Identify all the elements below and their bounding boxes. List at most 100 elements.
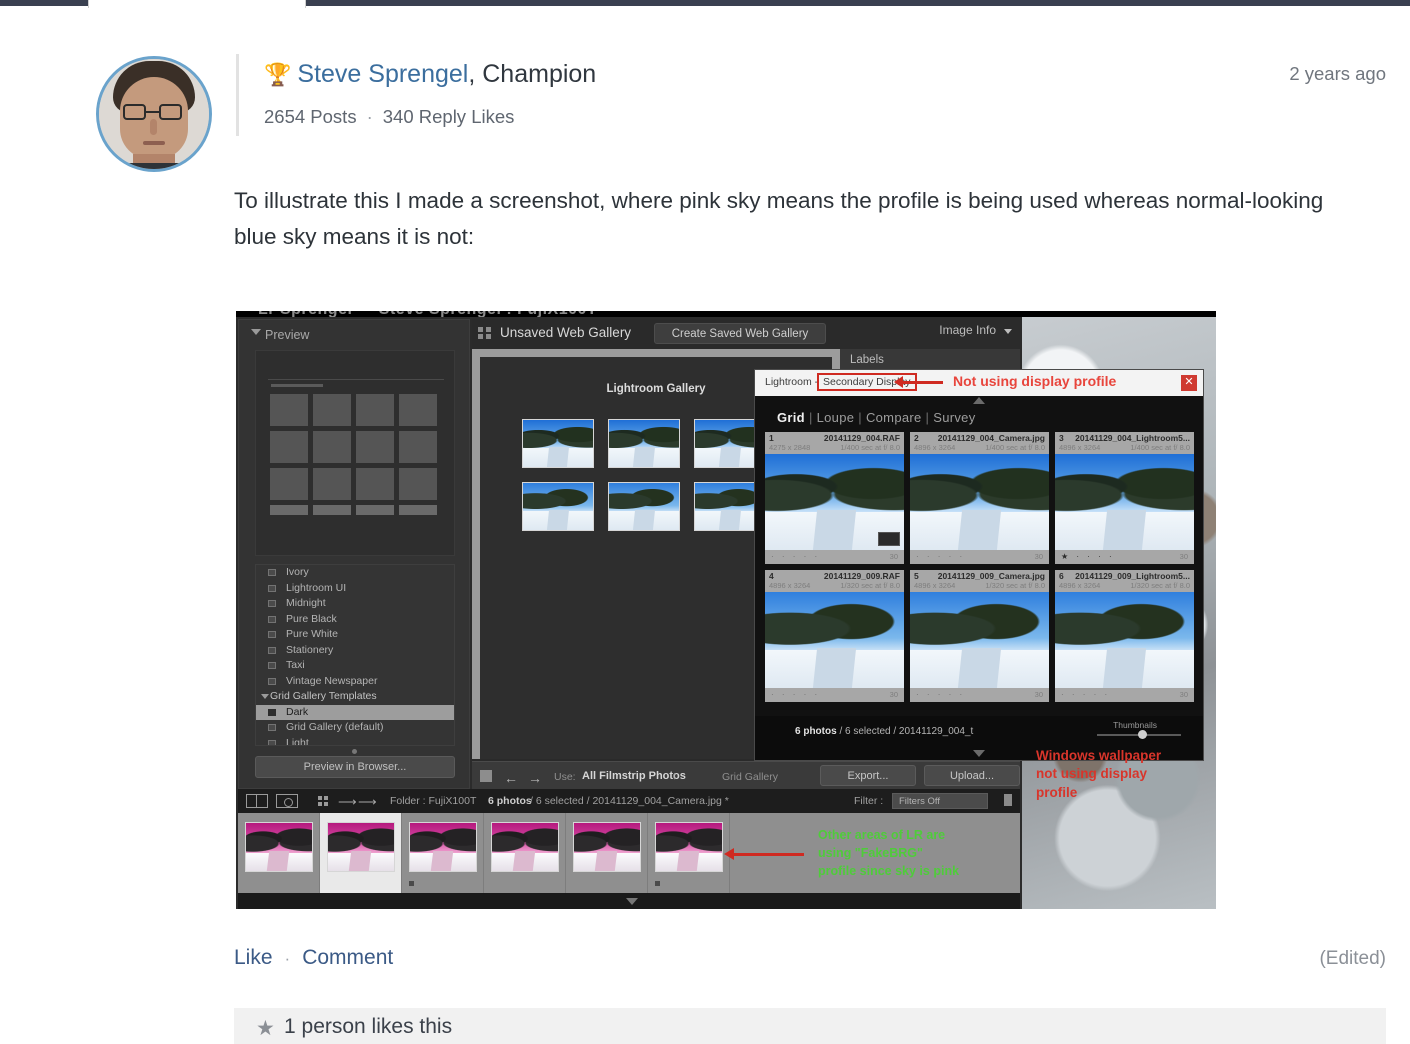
top-strip-right bbox=[306, 0, 1410, 6]
cell-photo[interactable] bbox=[765, 454, 904, 550]
cell-rating-stars[interactable]: · · · · · bbox=[771, 552, 820, 561]
author-name-link[interactable]: Steve Sprengel bbox=[297, 60, 468, 88]
create-saved-web-gallery-button[interactable]: Create Saved Web Gallery bbox=[654, 323, 826, 344]
template-list-item[interactable]: Pure Black bbox=[256, 612, 454, 628]
panel-resize-dot[interactable] bbox=[352, 749, 357, 754]
filmstrip-cell[interactable] bbox=[648, 813, 730, 893]
filter-lock-icon[interactable] bbox=[1004, 794, 1012, 806]
secondary-grid-cell[interactable]: 4 20141129_009.RAF 4896 x 3264 1/320 sec at… bbox=[765, 570, 904, 702]
gallery-thumbnail[interactable] bbox=[608, 482, 680, 531]
template-list-item[interactable]: Vintage Newspaper bbox=[256, 674, 454, 690]
template-list-item[interactable]: Lightroom UI bbox=[256, 581, 454, 597]
template-list-item[interactable]: Pure White bbox=[256, 627, 454, 643]
secondary-window-caret-icon[interactable] bbox=[973, 397, 985, 404]
filmstrip-thumbnail[interactable] bbox=[245, 822, 313, 872]
tab-compare[interactable]: Compare bbox=[866, 410, 922, 425]
second-window-icon[interactable] bbox=[246, 794, 268, 808]
back-arrow-icon[interactable]: ⟶ bbox=[338, 794, 357, 810]
secondary-grid-cell[interactable]: 5 20141129_009_Camera.jpg 4896 x 3264 1/320… bbox=[910, 570, 1049, 702]
filmstrip-collapse-bar[interactable] bbox=[238, 893, 1020, 909]
cell-rating-stars[interactable]: · · · · · bbox=[916, 552, 965, 561]
next-arrow-icon[interactable]: → bbox=[528, 770, 542, 786]
filmstrip-cell[interactable] bbox=[238, 813, 320, 893]
use-source-caret-icon[interactable]: ↕ bbox=[672, 770, 678, 782]
cell-header: 3 20141129_004_Lightroom5... 4896 x 3264 1/… bbox=[1055, 432, 1194, 454]
template-list-item[interactable]: Grid Gallery (default) bbox=[256, 720, 454, 736]
template-list-item[interactable]: Ivory bbox=[256, 565, 454, 581]
chevron-down-icon[interactable] bbox=[1004, 329, 1012, 334]
filter-label: Filter : bbox=[854, 795, 884, 807]
export-button[interactable]: Export... bbox=[820, 765, 916, 786]
filmstrip-cell[interactable] bbox=[402, 813, 484, 893]
tab-loupe[interactable]: Loupe bbox=[817, 410, 855, 425]
secondary-grid-cell[interactable]: 1 20141129_004.RAF 4275 x 2848 1/400 sec at… bbox=[765, 432, 904, 564]
secondary-grid[interactable]: 1 20141129_004.RAF 4275 x 2848 1/400 sec at… bbox=[765, 432, 1195, 708]
gallery-thumbnail[interactable] bbox=[522, 419, 594, 468]
secondary-grid-cell[interactable]: 6 20141129_009_Lightroom5... 4896 x 3264 1/… bbox=[1055, 570, 1194, 702]
cell-photo[interactable] bbox=[1055, 592, 1194, 688]
filter-dropdown[interactable]: Filters Off bbox=[892, 793, 988, 809]
cell-rating-stars[interactable]: · · · · · bbox=[916, 690, 965, 699]
embedded-screenshot[interactable]: Lr Sprengel — Steve Sprengel : FujiX100T… bbox=[236, 311, 1216, 909]
posts-count: 2654 Posts bbox=[264, 106, 357, 127]
filmstrip-thumbnail[interactable] bbox=[491, 822, 559, 872]
grid-view-icon[interactable] bbox=[318, 796, 329, 806]
comment-button[interactable]: Comment bbox=[302, 946, 393, 969]
forward-arrow-icon[interactable]: ⟶ bbox=[358, 794, 377, 810]
template-list-item[interactable]: Grid Gallery Templates bbox=[256, 689, 454, 705]
cell-photo[interactable] bbox=[765, 592, 904, 688]
template-list-item[interactable]: Dark bbox=[256, 704, 454, 720]
secondary-view-tabs[interactable]: Grid | Loupe | Compare | Survey bbox=[777, 410, 976, 425]
template-list-item[interactable]: Taxi bbox=[256, 658, 454, 674]
second-window-loupe-icon[interactable] bbox=[276, 794, 298, 808]
secondary-grid-cell[interactable]: 2 20141129_004_Camera.jpg 4896 x 3264 1/400… bbox=[910, 432, 1049, 564]
thumbnail-size-slider-knob[interactable] bbox=[1138, 730, 1147, 739]
filmstrip-thumbnail[interactable] bbox=[655, 822, 723, 872]
secondary-display-window: Lightroom - Secondary Display Not using … bbox=[754, 369, 1204, 761]
labels-row[interactable]: Labels bbox=[840, 349, 1020, 371]
chevron-down-icon[interactable] bbox=[973, 750, 985, 757]
left-panel: Preview Ivory Lightroom UI Midnight Pure Bl… bbox=[238, 319, 470, 789]
chevron-down-icon[interactable] bbox=[626, 898, 638, 905]
filmstrip-thumbnail[interactable] bbox=[409, 822, 477, 872]
image-info-panel-header[interactable]: Image Info bbox=[840, 319, 1020, 349]
cell-header: 1 20141129_004.RAF 4275 x 2848 1/400 sec at… bbox=[765, 432, 904, 454]
cell-dimensions: 4275 x 2848 bbox=[769, 443, 811, 452]
cell-rating-stars[interactable]: · · · · · bbox=[1061, 690, 1110, 699]
reply-likes-count: 340 Reply Likes bbox=[382, 106, 515, 127]
secondary-window-titlebar[interactable]: Lightroom - Secondary Display Not using … bbox=[755, 370, 1203, 396]
use-source-value[interactable]: All Filmstrip Photos bbox=[582, 770, 686, 782]
previous-arrow-icon[interactable]: ← bbox=[504, 770, 518, 786]
close-icon[interactable]: ✕ bbox=[1181, 375, 1197, 391]
template-list-item[interactable]: Light bbox=[256, 736, 454, 745]
avatar[interactable] bbox=[96, 56, 212, 172]
gallery-thumbnail[interactable] bbox=[608, 419, 680, 468]
filmstrip-thumbnail[interactable] bbox=[573, 822, 641, 872]
template-list-item[interactable]: Midnight bbox=[256, 596, 454, 612]
secondary-grid-cell[interactable]: 3 20141129_004_Lightroom5... 4896 x 3264 1/… bbox=[1055, 432, 1194, 564]
cell-photo[interactable] bbox=[910, 592, 1049, 688]
cell-rating-stars[interactable]: · · · · · bbox=[771, 690, 820, 699]
filmstrip-cell[interactable] bbox=[484, 813, 566, 893]
filmstrip-folder-label[interactable]: Folder : FujiX100T bbox=[390, 795, 476, 807]
template-list-item[interactable]: Stationery bbox=[256, 643, 454, 659]
filmstrip-cell[interactable] bbox=[320, 813, 402, 893]
cell-rating-stars[interactable]: ★ · · · · bbox=[1061, 552, 1115, 561]
tab-survey[interactable]: Survey bbox=[933, 410, 975, 425]
filmstrip-thumbnail[interactable] bbox=[327, 822, 395, 872]
preview-panel-header[interactable]: Preview bbox=[239, 324, 469, 346]
template-label: Pure Black bbox=[286, 612, 337, 625]
preview-in-browser-button[interactable]: Preview in Browser... bbox=[255, 756, 455, 778]
cell-photo[interactable] bbox=[1055, 454, 1194, 550]
gallery-thumbnail[interactable] bbox=[522, 482, 594, 531]
tab-grid[interactable]: Grid bbox=[777, 410, 805, 425]
like-button[interactable]: Like bbox=[234, 946, 273, 969]
chevron-down-icon[interactable] bbox=[261, 694, 269, 699]
filmstrip-cell[interactable] bbox=[566, 813, 648, 893]
template-list[interactable]: Ivory Lightroom UI Midnight Pure Black Pure … bbox=[255, 564, 455, 746]
cell-footer: ★ · · · · 30 bbox=[1055, 550, 1194, 564]
toolbar-square-icon[interactable] bbox=[480, 770, 492, 782]
upload-button[interactable]: Upload... bbox=[924, 765, 1020, 786]
author-role: , Champion bbox=[468, 60, 597, 88]
cell-photo[interactable] bbox=[910, 454, 1049, 550]
